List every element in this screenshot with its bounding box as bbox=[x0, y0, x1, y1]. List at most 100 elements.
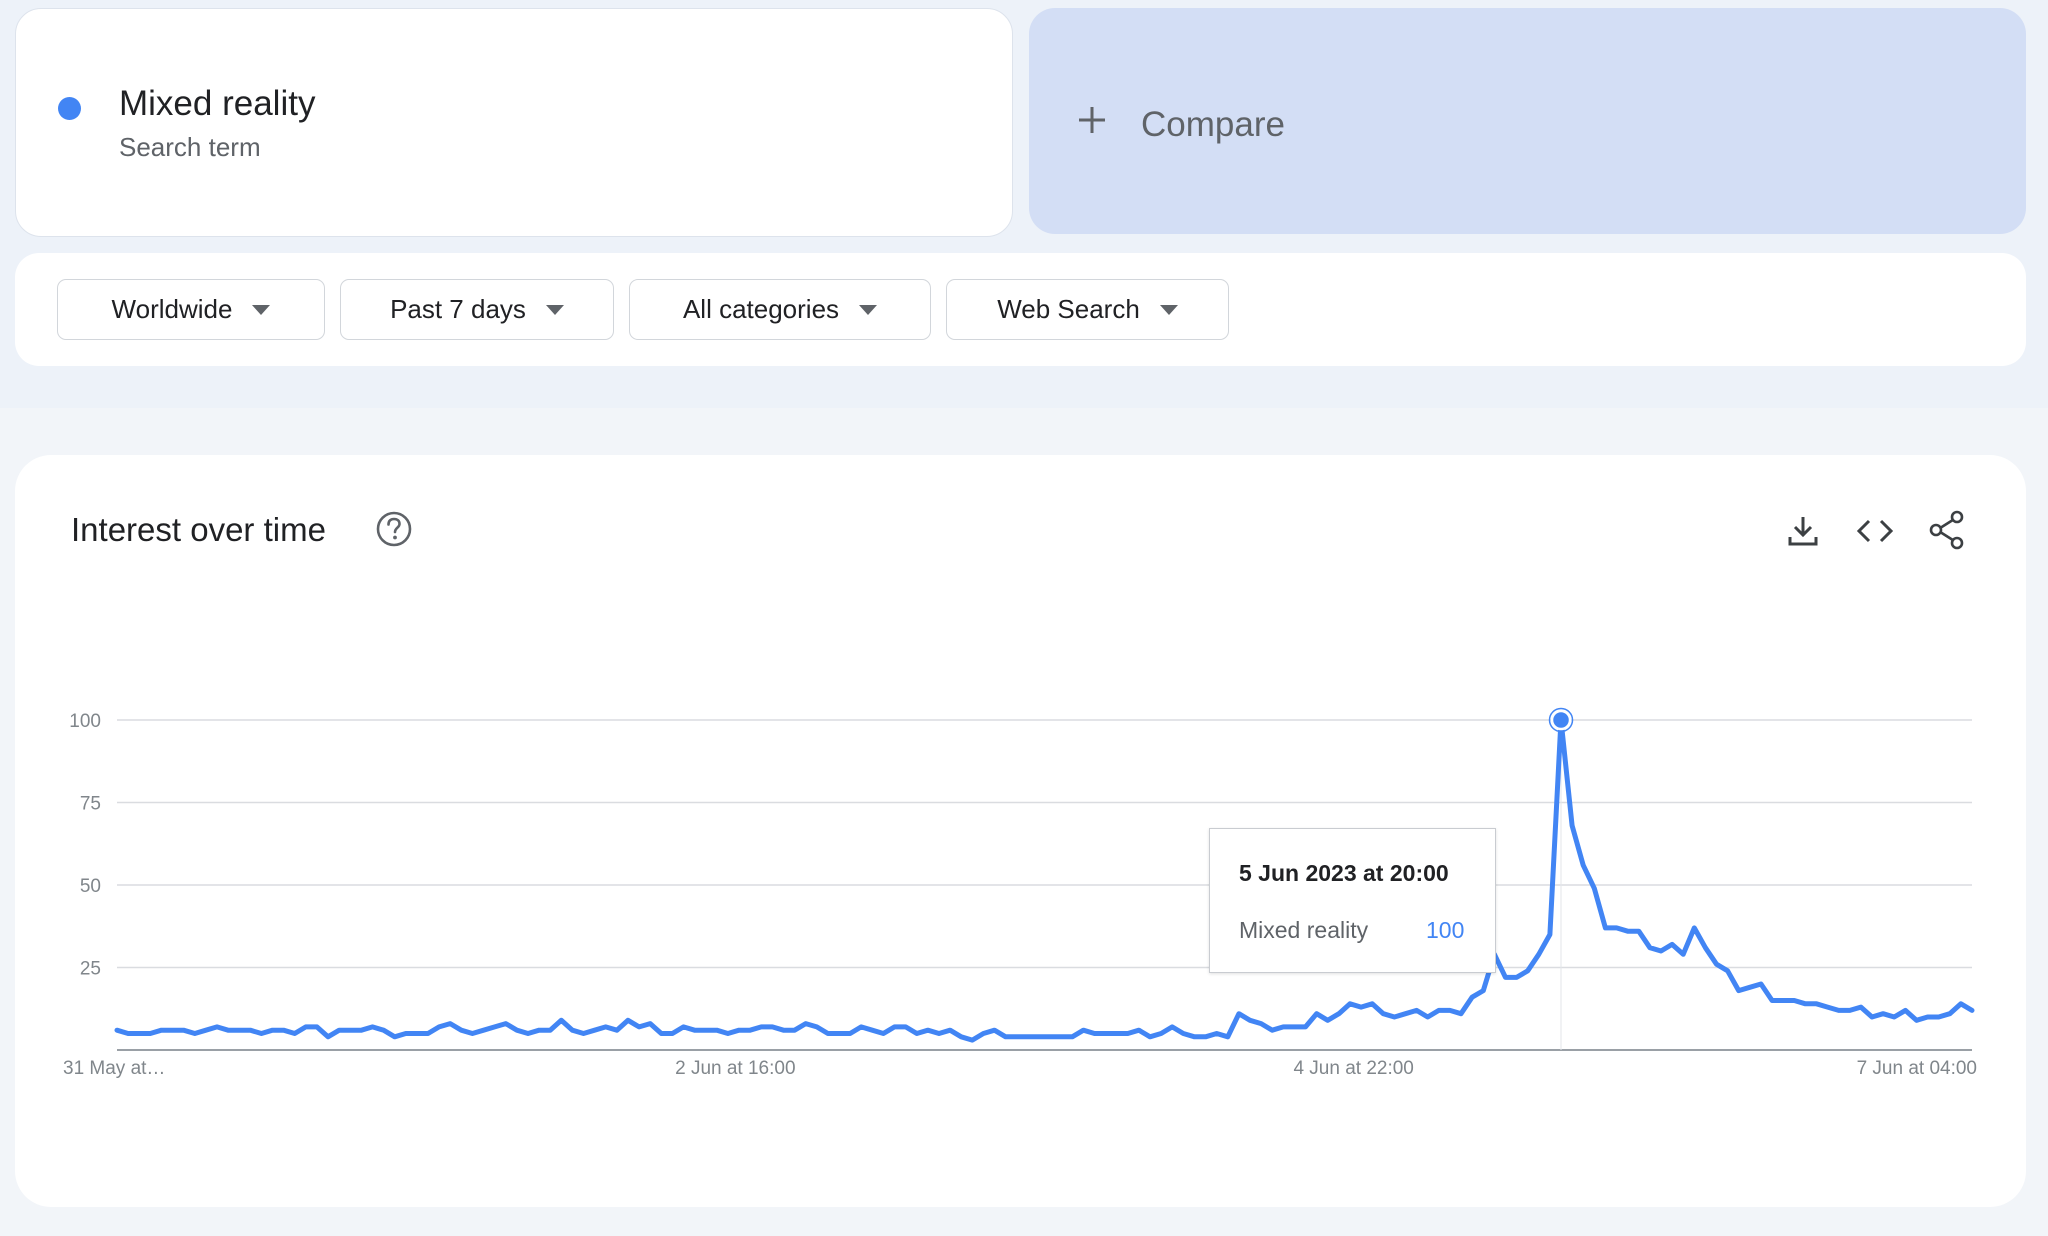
data-point bbox=[248, 1028, 253, 1033]
data-point bbox=[1525, 968, 1530, 973]
x-tick-label: 4 Jun at 22:00 bbox=[1293, 1058, 1413, 1079]
data-point bbox=[1758, 982, 1763, 987]
data-point bbox=[492, 1024, 497, 1029]
data-point bbox=[1414, 1008, 1419, 1013]
data-point bbox=[1325, 1018, 1330, 1023]
data-point bbox=[170, 1028, 175, 1033]
data-point bbox=[714, 1028, 719, 1033]
data-point bbox=[1459, 1011, 1464, 1016]
data-point bbox=[481, 1028, 486, 1033]
tooltip-series-name: Mixed reality bbox=[1239, 917, 1369, 943]
data-point bbox=[814, 1024, 819, 1029]
data-point bbox=[414, 1031, 419, 1036]
data-point bbox=[1781, 998, 1786, 1003]
data-point bbox=[1725, 968, 1730, 973]
data-point bbox=[1881, 1011, 1886, 1016]
data-point bbox=[281, 1028, 286, 1033]
data-point bbox=[781, 1028, 786, 1033]
data-point bbox=[1536, 952, 1541, 957]
data-point bbox=[848, 1031, 853, 1036]
data-point bbox=[603, 1024, 608, 1029]
data-point bbox=[1770, 998, 1775, 1003]
data-point bbox=[1792, 998, 1797, 1003]
data-point bbox=[759, 1024, 764, 1029]
data-point bbox=[1970, 1008, 1975, 1013]
data-point bbox=[681, 1024, 686, 1029]
data-point bbox=[1858, 1005, 1863, 1010]
data-point bbox=[748, 1028, 753, 1033]
data-point bbox=[1403, 1011, 1408, 1016]
data-point bbox=[548, 1028, 553, 1033]
data-point bbox=[637, 1024, 642, 1029]
data-point bbox=[525, 1031, 530, 1036]
data-point bbox=[981, 1031, 986, 1036]
data-point bbox=[903, 1024, 908, 1029]
data-point bbox=[1914, 1018, 1919, 1023]
data-point bbox=[470, 1031, 475, 1036]
data-point bbox=[1703, 945, 1708, 950]
data-point bbox=[1025, 1034, 1030, 1039]
data-point bbox=[1081, 1028, 1086, 1033]
data-point bbox=[1747, 985, 1752, 990]
data-point bbox=[859, 1024, 864, 1029]
data-point bbox=[1925, 1015, 1930, 1020]
data-point bbox=[403, 1031, 408, 1036]
data-point bbox=[214, 1024, 219, 1029]
data-point bbox=[1347, 1001, 1352, 1006]
data-point bbox=[459, 1028, 464, 1033]
data-point bbox=[537, 1028, 542, 1033]
data-point bbox=[881, 1031, 886, 1036]
data-point bbox=[392, 1034, 397, 1039]
data-point bbox=[1381, 1011, 1386, 1016]
data-point bbox=[1003, 1034, 1008, 1039]
interest-line-chart[interactable]: 25 50 75 100 31 May at… 2 Jun at 16:00 4 Jun … bbox=[0, 0, 2048, 1236]
data-point bbox=[1203, 1034, 1208, 1039]
y-tick-label: 50 bbox=[80, 876, 101, 897]
data-point bbox=[1836, 1008, 1841, 1013]
data-point bbox=[1436, 1008, 1441, 1013]
data-point bbox=[1692, 925, 1697, 930]
data-point bbox=[1181, 1031, 1186, 1036]
data-point bbox=[970, 1038, 975, 1043]
data-point bbox=[1170, 1024, 1175, 1029]
data-point bbox=[1870, 1015, 1875, 1020]
data-point bbox=[1470, 995, 1475, 1000]
data-point bbox=[437, 1024, 442, 1029]
data-point bbox=[1270, 1028, 1275, 1033]
data-point bbox=[1336, 1011, 1341, 1016]
data-point bbox=[1614, 925, 1619, 930]
data-point bbox=[1947, 1011, 1952, 1016]
data-point bbox=[659, 1031, 664, 1036]
data-point bbox=[237, 1028, 242, 1033]
data-point bbox=[226, 1028, 231, 1033]
x-tick-label: 2 Jun at 16:00 bbox=[675, 1058, 795, 1079]
x-tick-label: 31 May at… bbox=[63, 1058, 165, 1079]
x-axis-ticks: 31 May at… 2 Jun at 16:00 4 Jun at 22:00 7 … bbox=[63, 1058, 1977, 1079]
data-point bbox=[703, 1028, 708, 1033]
series-line-mixed-reality[interactable] bbox=[114, 717, 1975, 1043]
data-point bbox=[1958, 1001, 1963, 1006]
data-point bbox=[959, 1034, 964, 1039]
data-point bbox=[1714, 962, 1719, 967]
data-point bbox=[1581, 863, 1586, 868]
data-point bbox=[370, 1024, 375, 1029]
data-point bbox=[670, 1031, 675, 1036]
data-point bbox=[1225, 1034, 1230, 1039]
data-point bbox=[1048, 1034, 1053, 1039]
data-point bbox=[1625, 929, 1630, 934]
data-point bbox=[1292, 1024, 1297, 1029]
data-point bbox=[181, 1028, 186, 1033]
highlight-point[interactable] bbox=[1550, 709, 1572, 731]
data-point bbox=[1603, 925, 1608, 930]
tooltip-value: 100 bbox=[1426, 917, 1465, 943]
y-axis-ticks: 25 50 75 100 bbox=[69, 711, 101, 980]
data-point bbox=[1236, 1011, 1241, 1016]
data-point bbox=[914, 1031, 919, 1036]
data-point bbox=[192, 1031, 197, 1036]
data-point bbox=[448, 1021, 453, 1026]
data-point bbox=[259, 1031, 264, 1036]
data-point bbox=[514, 1028, 519, 1033]
data-point bbox=[1503, 975, 1508, 980]
data-point bbox=[925, 1028, 930, 1033]
data-point bbox=[270, 1028, 275, 1033]
